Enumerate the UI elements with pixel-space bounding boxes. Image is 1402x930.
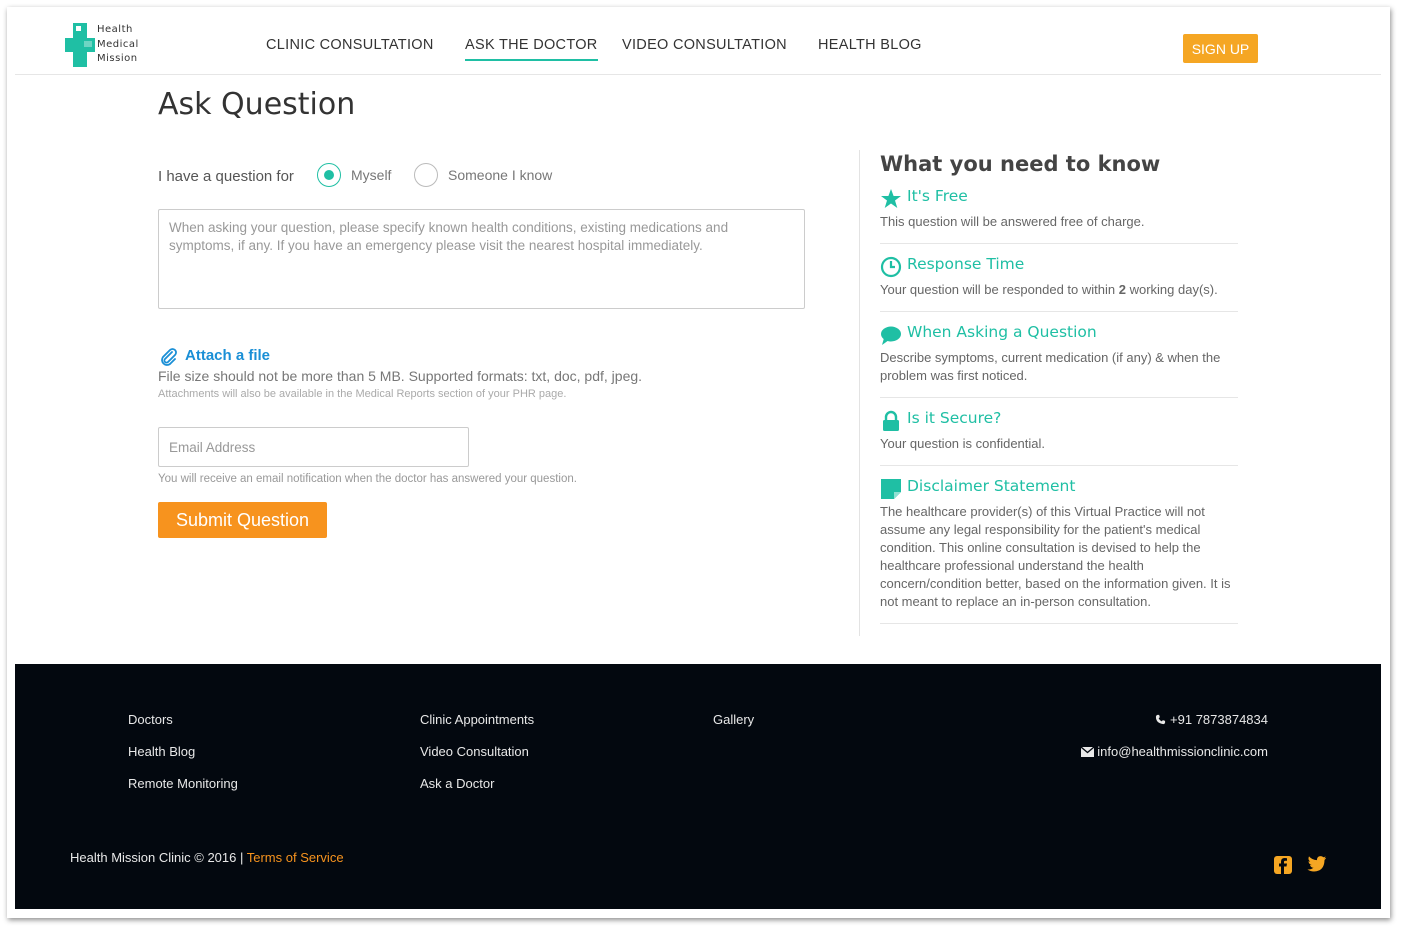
- response-days: 2: [1118, 282, 1126, 297]
- info-body: Your question will be responded to withi…: [880, 281, 1238, 299]
- info-disclaimer: Disclaimer Statement The healthcare prov…: [880, 477, 1238, 624]
- footer-email[interactable]: info@healthmissionclinic.com: [1080, 744, 1268, 759]
- email-address: info@healthmissionclinic.com: [1097, 744, 1268, 759]
- terms-of-service-link[interactable]: Terms of Service: [247, 850, 344, 865]
- info-body: Your question is confidential.: [880, 436, 1046, 451]
- radio-myself[interactable]: [317, 163, 341, 187]
- nav-clinic-consultation[interactable]: CLINIC CONSULTATION: [266, 37, 434, 53]
- browser-frame: Health Medical Mission CLINIC CONSULTATI…: [7, 7, 1390, 918]
- site-logo[interactable]: Health Medical Mission: [65, 23, 155, 67]
- copyright-text: Health Mission Clinic © 2016 |: [70, 850, 247, 865]
- phone-number: +91 7873874834: [1170, 712, 1268, 727]
- logo-line: Medical: [97, 38, 139, 50]
- info-title: When Asking a Question: [907, 323, 1097, 341]
- phone-icon: [1156, 714, 1166, 725]
- info-is-secure: Is it Secure? Your question is confident…: [880, 409, 1238, 466]
- radio-myself-label[interactable]: Myself: [351, 167, 391, 183]
- lock-icon: [883, 410, 899, 431]
- star-icon: [881, 189, 901, 208]
- envelope-icon: [1080, 746, 1095, 757]
- footer-phone[interactable]: +91 7873874834: [1155, 712, 1268, 727]
- vertical-divider: [859, 150, 860, 636]
- site-footer: Doctors Health Blog Remote Monitoring Cl…: [15, 664, 1381, 909]
- info-body-text: working day(s).: [1125, 282, 1218, 297]
- site-header: Health Medical Mission CLINIC CONSULTATI…: [15, 7, 1381, 75]
- nav-health-blog[interactable]: HEALTH BLOG: [818, 37, 922, 53]
- logo-text: Health Medical Mission: [97, 23, 139, 67]
- attach-file-link[interactable]: Attach a file: [185, 347, 270, 364]
- info-response-time: Response Time Your question will be resp…: [880, 255, 1238, 312]
- info-when-asking: When Asking a Question Describe symptoms…: [880, 323, 1238, 398]
- logo-line: Mission: [97, 53, 138, 64]
- info-title: It's Free: [907, 187, 968, 205]
- info-body: The healthcare provider(s) of this Virtu…: [880, 504, 1231, 609]
- footer-link-video-consultation[interactable]: Video Consultation: [420, 744, 529, 759]
- question-for-label: I have a question for: [158, 168, 294, 185]
- footer-link-gallery[interactable]: Gallery: [713, 712, 754, 727]
- footer-link-health-blog[interactable]: Health Blog: [128, 744, 195, 759]
- footer-link-ask-a-doctor[interactable]: Ask a Doctor: [420, 776, 494, 791]
- info-body: This question will be answered free of c…: [880, 214, 1145, 229]
- email-field[interactable]: [158, 427, 469, 467]
- page-title: Ask Question: [158, 87, 356, 122]
- chat-bubble-icon: [881, 326, 901, 345]
- attachments-note: Attachments will also be available in th…: [158, 388, 567, 400]
- logo-line: Health: [97, 24, 133, 35]
- nav-ask-the-doctor[interactable]: ASK THE DOCTOR: [465, 37, 598, 61]
- paperclip-icon[interactable]: [158, 346, 178, 366]
- radio-someone-i-know-label[interactable]: Someone I know: [448, 167, 552, 183]
- submit-question-button[interactable]: Submit Question: [158, 502, 327, 538]
- file-size-note: File size should not be more than 5 MB. …: [158, 368, 643, 384]
- twitter-icon[interactable]: [1307, 855, 1327, 873]
- info-title: Response Time: [907, 255, 1025, 273]
- nav-video-consultation[interactable]: VIDEO CONSULTATION: [622, 37, 787, 53]
- footer-link-doctors[interactable]: Doctors: [128, 712, 173, 727]
- medical-cross-icon: [65, 23, 95, 67]
- info-title: Is it Secure?: [907, 409, 1002, 427]
- note-icon: [881, 479, 901, 499]
- footer-link-clinic-appointments[interactable]: Clinic Appointments: [420, 712, 534, 727]
- copyright: Health Mission Clinic © 2016 | Terms of …: [70, 850, 344, 865]
- info-its-free: It's Free This question will be answered…: [880, 187, 1238, 244]
- sidebar-title: What you need to know: [880, 152, 1161, 176]
- facebook-icon[interactable]: [1273, 855, 1293, 875]
- email-note: You will receive an email notification w…: [158, 473, 577, 485]
- info-body-text: Your question will be responded to withi…: [880, 282, 1119, 297]
- radio-someone-i-know[interactable]: [414, 163, 438, 187]
- info-title: Disclaimer Statement: [907, 477, 1076, 495]
- question-textarea[interactable]: [158, 209, 805, 309]
- footer-link-remote-monitoring[interactable]: Remote Monitoring: [128, 776, 238, 791]
- clock-icon: [880, 256, 902, 278]
- info-body: Describe symptoms, current medication (i…: [880, 350, 1221, 383]
- sign-up-button[interactable]: SIGN UP: [1183, 34, 1258, 63]
